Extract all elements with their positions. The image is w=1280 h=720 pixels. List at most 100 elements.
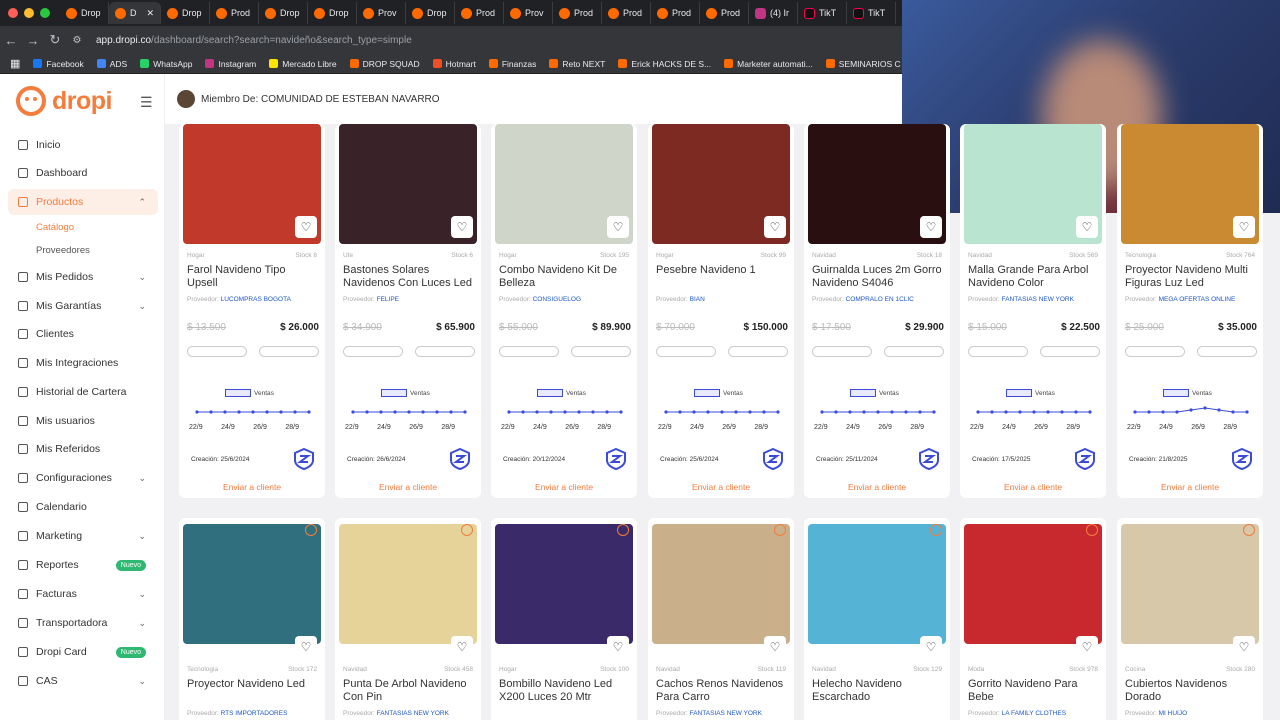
provider-name[interactable]: FELIPE (377, 296, 399, 303)
provider-name[interactable]: MI HUIJO (1159, 710, 1188, 717)
product-image[interactable] (183, 524, 321, 644)
product-image[interactable] (808, 524, 946, 644)
product-card[interactable]: ♡ Hogar Stock 195 Combo Navideno Kit De Bel… (491, 124, 637, 498)
browser-tab[interactable]: D ✕ (109, 2, 161, 24)
product-card[interactable]: ♡ Hogar Stock 99 Pesebre Navideno 1 Proveedo… (648, 124, 794, 498)
browser-tab[interactable]: Drop (259, 2, 308, 24)
provider-name[interactable]: FANTASIAS NEW YORK (690, 710, 762, 717)
product-card[interactable]: ♡ Navidad Stock 129 Helecho Navideno Escarc… (804, 518, 950, 720)
browser-tab[interactable]: Drop (308, 2, 357, 24)
send-to-client-button[interactable]: Enviar a cliente (648, 482, 794, 492)
dropi-logo[interactable]: dropi (16, 86, 113, 116)
provider-name[interactable]: CONSIGUELOG (533, 296, 581, 303)
product-card[interactable]: ♡ Navidad Stock 18 Guirnalda Luces 2m Gorro… (804, 124, 950, 498)
bookmark-item[interactable]: Marketer automati... (724, 59, 813, 69)
favorite-heart-icon[interactable]: ♡ (451, 636, 473, 658)
product-card[interactable]: ♡ Tecnologia Stock 764 Proyector Navideno M… (1117, 124, 1263, 498)
product-card[interactable]: ♡ Ute Stock 6 Bastones Solares Navidenos Co… (335, 124, 481, 498)
bookmark-item[interactable]: Mercado Libre (269, 59, 337, 69)
minimize-window-button[interactable] (24, 8, 34, 18)
bookmark-item[interactable]: SEMINARIOS C (825, 59, 901, 69)
sidebar-subitem-cat-logo[interactable]: Catálogo (36, 222, 74, 233)
favorite-heart-icon[interactable]: ♡ (607, 636, 629, 658)
bookmark-item[interactable]: Hotmart (432, 59, 476, 69)
sidebar-item-mis-referidos[interactable]: Mis Referidos (8, 436, 158, 462)
product-card[interactable]: ♡ Hogar Stock 8 Farol Navideno Tipo Upsell P… (179, 124, 325, 498)
send-to-client-button[interactable]: Enviar a cliente (179, 482, 325, 492)
product-title[interactable]: Combo Navideno Kit De Belleza (499, 264, 631, 290)
browser-tab[interactable]: Prov (504, 2, 553, 24)
browser-tab[interactable]: Drop (406, 2, 455, 24)
url-field[interactable]: app.dropi.co/dashboard/search?search=nav… (96, 35, 412, 46)
avatar[interactable] (177, 90, 195, 108)
sidebar-item-clientes[interactable]: Clientes (8, 321, 158, 347)
product-card[interactable]: ♡ Navidad Stock 458 Punta De Arbol Navideno… (335, 518, 481, 720)
bookmark-item[interactable]: Instagram (205, 59, 256, 69)
favorite-heart-icon[interactable]: ♡ (451, 216, 473, 238)
product-card[interactable]: ♡ Navidad Stock 569 Malla Grande Para Arbol… (960, 124, 1106, 498)
product-card[interactable]: ♡ Tecnologia Stock 172 Proyector Navideno L… (179, 518, 325, 720)
sidebar-item-facturas[interactable]: Facturas ⌄ (8, 581, 158, 607)
back-arrow-icon[interactable]: ← (0, 33, 22, 48)
apps-grid-icon[interactable]: ▦ (10, 57, 20, 70)
bookmark-item[interactable]: Finanzas (488, 59, 536, 69)
site-settings-icon[interactable]: ⚙ (66, 35, 88, 46)
bookmark-item[interactable]: WhatsApp (140, 59, 192, 69)
browser-tab[interactable]: (4) Ir (749, 2, 798, 24)
browser-tab[interactable]: Prod (553, 2, 602, 24)
sidebar-item-calendario[interactable]: Calendario (8, 494, 158, 520)
product-title[interactable]: Cubiertos Navidenos Dorado (1125, 678, 1257, 704)
maximize-window-button[interactable] (40, 8, 50, 18)
send-to-client-button[interactable]: Enviar a cliente (335, 482, 481, 492)
product-card[interactable]: ♡ Navidad Stock 119 Cachos Renos Navidenos … (648, 518, 794, 720)
sidebar-item-mis-pedidos[interactable]: Mis Pedidos ⌄ (8, 264, 158, 290)
product-title[interactable]: Pesebre Navideno 1 (656, 264, 788, 277)
sidebar-item-cas[interactable]: CAS ⌄ (8, 668, 158, 694)
product-image[interactable] (495, 524, 633, 644)
sidebar-item-historial-de-cartera[interactable]: Historial de Cartera (8, 379, 158, 405)
favorite-heart-icon[interactable]: ♡ (295, 636, 317, 658)
product-title[interactable]: Punta De Arbol Navideno Con Pin (343, 678, 475, 704)
provider-name[interactable]: RTS IMPORTADORES (221, 710, 288, 717)
sidebar-item-dropi-card[interactable]: Dropi Card Nuevo (8, 639, 158, 665)
product-image[interactable] (1121, 524, 1259, 644)
send-to-client-button[interactable]: Enviar a cliente (960, 482, 1106, 492)
provider-name[interactable]: MEGA OFERTAS ONLINE (1159, 296, 1236, 303)
product-title[interactable]: Cachos Renos Navidenos Para Carro (656, 678, 788, 704)
product-image[interactable] (652, 524, 790, 644)
provider-name[interactable]: COMPRALO EN 1CLIC (846, 296, 914, 303)
product-card[interactable]: ♡ Moda Stock 978 Gorrito Navideno Para Bebe… (960, 518, 1106, 720)
provider-name[interactable]: LA FAMILY CLOTHES (1002, 710, 1066, 717)
product-image[interactable] (339, 524, 477, 644)
sidebar-item-marketing[interactable]: Marketing ⌄ (8, 523, 158, 549)
favorite-heart-icon[interactable]: ♡ (295, 216, 317, 238)
sidebar-subitem-proveedores[interactable]: Proveedores (36, 245, 90, 256)
browser-tab[interactable]: TikT (798, 2, 847, 24)
browser-tab[interactable]: Prov (357, 2, 406, 24)
browser-tab[interactable]: Drop (161, 2, 210, 24)
favorite-heart-icon[interactable]: ♡ (764, 636, 786, 658)
sidebar-item-mis-garant-as[interactable]: Mis Garantías ⌄ (8, 293, 158, 319)
sidebar-item-inicio[interactable]: Inicio (8, 132, 158, 158)
product-title[interactable]: Bastones Solares Navidenos Con Luces Led (343, 264, 475, 290)
send-to-client-button[interactable]: Enviar a cliente (491, 482, 637, 492)
bookmark-item[interactable]: ADS (96, 59, 127, 69)
browser-tab[interactable]: Prod (700, 2, 749, 24)
sidebar-item-mis-usuarios[interactable]: Mis usuarios (8, 408, 158, 434)
sidebar-item-configuraciones[interactable]: Configuraciones ⌄ (8, 465, 158, 491)
bookmark-item[interactable]: Erick HACKS DE S... (618, 59, 711, 69)
browser-tab[interactable]: TikT (847, 2, 896, 24)
product-card[interactable]: ♡ Hogar Stock 100 Bombillo Navideno Led X20… (491, 518, 637, 720)
close-window-button[interactable] (8, 8, 18, 18)
favorite-heart-icon[interactable]: ♡ (764, 216, 786, 238)
favorite-heart-icon[interactable]: ♡ (920, 636, 942, 658)
hamburger-menu-icon[interactable]: ☰ (140, 94, 153, 111)
provider-name[interactable]: BIAN (690, 296, 705, 303)
browser-tab[interactable]: Prod (455, 2, 504, 24)
browser-tab[interactable]: Prod (210, 2, 259, 24)
close-tab-icon[interactable]: ✕ (147, 8, 155, 19)
send-to-client-button[interactable]: Enviar a cliente (1117, 482, 1263, 492)
provider-name[interactable]: LUCOMPRAS BOGOTA (221, 296, 291, 303)
product-title[interactable]: Proyector Navideno Led (187, 678, 319, 691)
favorite-heart-icon[interactable]: ♡ (920, 216, 942, 238)
